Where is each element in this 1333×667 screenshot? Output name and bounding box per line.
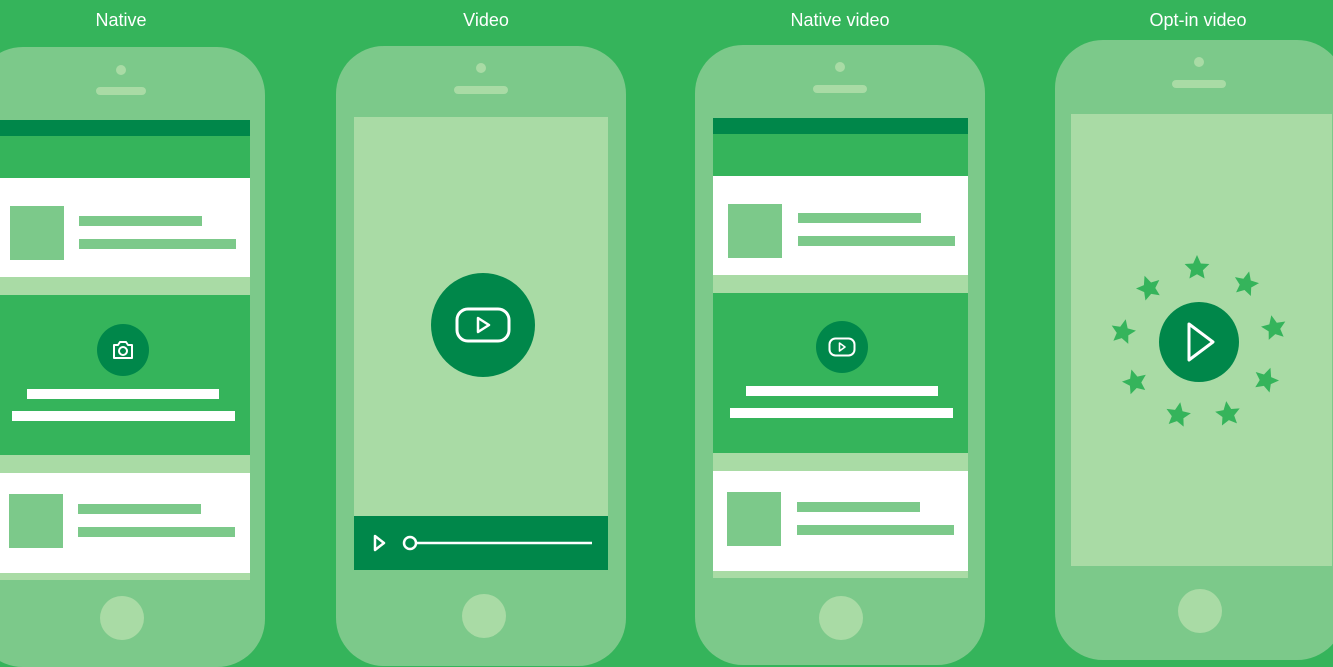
feed-card [713, 471, 968, 571]
phone-camera [476, 63, 486, 73]
star-icon [1250, 363, 1283, 395]
star-icon [1108, 316, 1138, 345]
phone-home-button [1178, 589, 1222, 633]
app-header [713, 134, 968, 176]
card-title-line [798, 213, 921, 223]
star-icon [1119, 366, 1150, 396]
card-thumbnail [9, 494, 63, 548]
phone-video [336, 46, 626, 666]
native-video-ad-card [713, 293, 968, 453]
phone-screen [0, 120, 250, 580]
card-title-line [79, 216, 202, 226]
app-header [0, 136, 250, 178]
play-button-icon [455, 307, 511, 343]
phone-home-button [819, 596, 863, 640]
phone-screen [354, 117, 608, 570]
ad-text-line [12, 411, 235, 421]
card-thumbnail [10, 206, 64, 260]
opt-in-reward-graphic [1108, 255, 1289, 428]
card-text-line [78, 527, 235, 537]
label-opt-in-video: Opt-in video [1149, 10, 1247, 30]
label-native: Native [95, 10, 147, 30]
status-bar [0, 120, 250, 136]
label-video: Video [463, 10, 509, 30]
phone-home-button [100, 596, 144, 640]
label-native-video: Native video [790, 10, 890, 30]
ad-title-line [27, 389, 219, 399]
feed-card [713, 176, 968, 275]
feed-card [0, 178, 250, 277]
phone-native [0, 47, 265, 667]
ad-text-line [730, 408, 953, 418]
phone-camera [1194, 57, 1204, 67]
card-text-line [797, 525, 954, 535]
star-icon [1132, 271, 1165, 303]
native-ad-card [0, 295, 250, 455]
video-controls-bar [354, 516, 608, 570]
star-icon [1259, 312, 1289, 341]
camera-icon [97, 324, 149, 376]
play-button-icon [828, 337, 856, 357]
star-icon [1184, 255, 1210, 279]
phone-speaker [1172, 80, 1226, 88]
star-icon [1163, 400, 1193, 428]
phone-native-video [695, 45, 985, 665]
feed-card [0, 473, 250, 573]
play-button-circle [816, 321, 868, 373]
play-button-circle [1159, 302, 1239, 382]
phone-screen [1071, 114, 1332, 566]
phone-speaker [813, 85, 867, 93]
phone-speaker [454, 86, 508, 94]
card-title-line [78, 504, 201, 514]
star-icon [1213, 399, 1242, 427]
card-thumbnail [727, 492, 781, 546]
card-text-line [798, 236, 955, 246]
status-bar [713, 118, 968, 134]
phone-camera [116, 65, 126, 75]
phone-camera [835, 62, 845, 72]
star-icon [1231, 268, 1262, 298]
play-icon [373, 534, 386, 552]
card-text-line [79, 239, 236, 249]
card-thumbnail [728, 204, 782, 258]
phone-home-button [462, 594, 506, 638]
card-title-line [797, 502, 920, 512]
progress-knob [402, 535, 418, 551]
phone-speaker [96, 87, 146, 95]
phone-screen [713, 118, 968, 578]
ad-title-line [746, 386, 938, 396]
video-play-button [431, 273, 535, 377]
phone-opt-in-video [1055, 40, 1333, 660]
